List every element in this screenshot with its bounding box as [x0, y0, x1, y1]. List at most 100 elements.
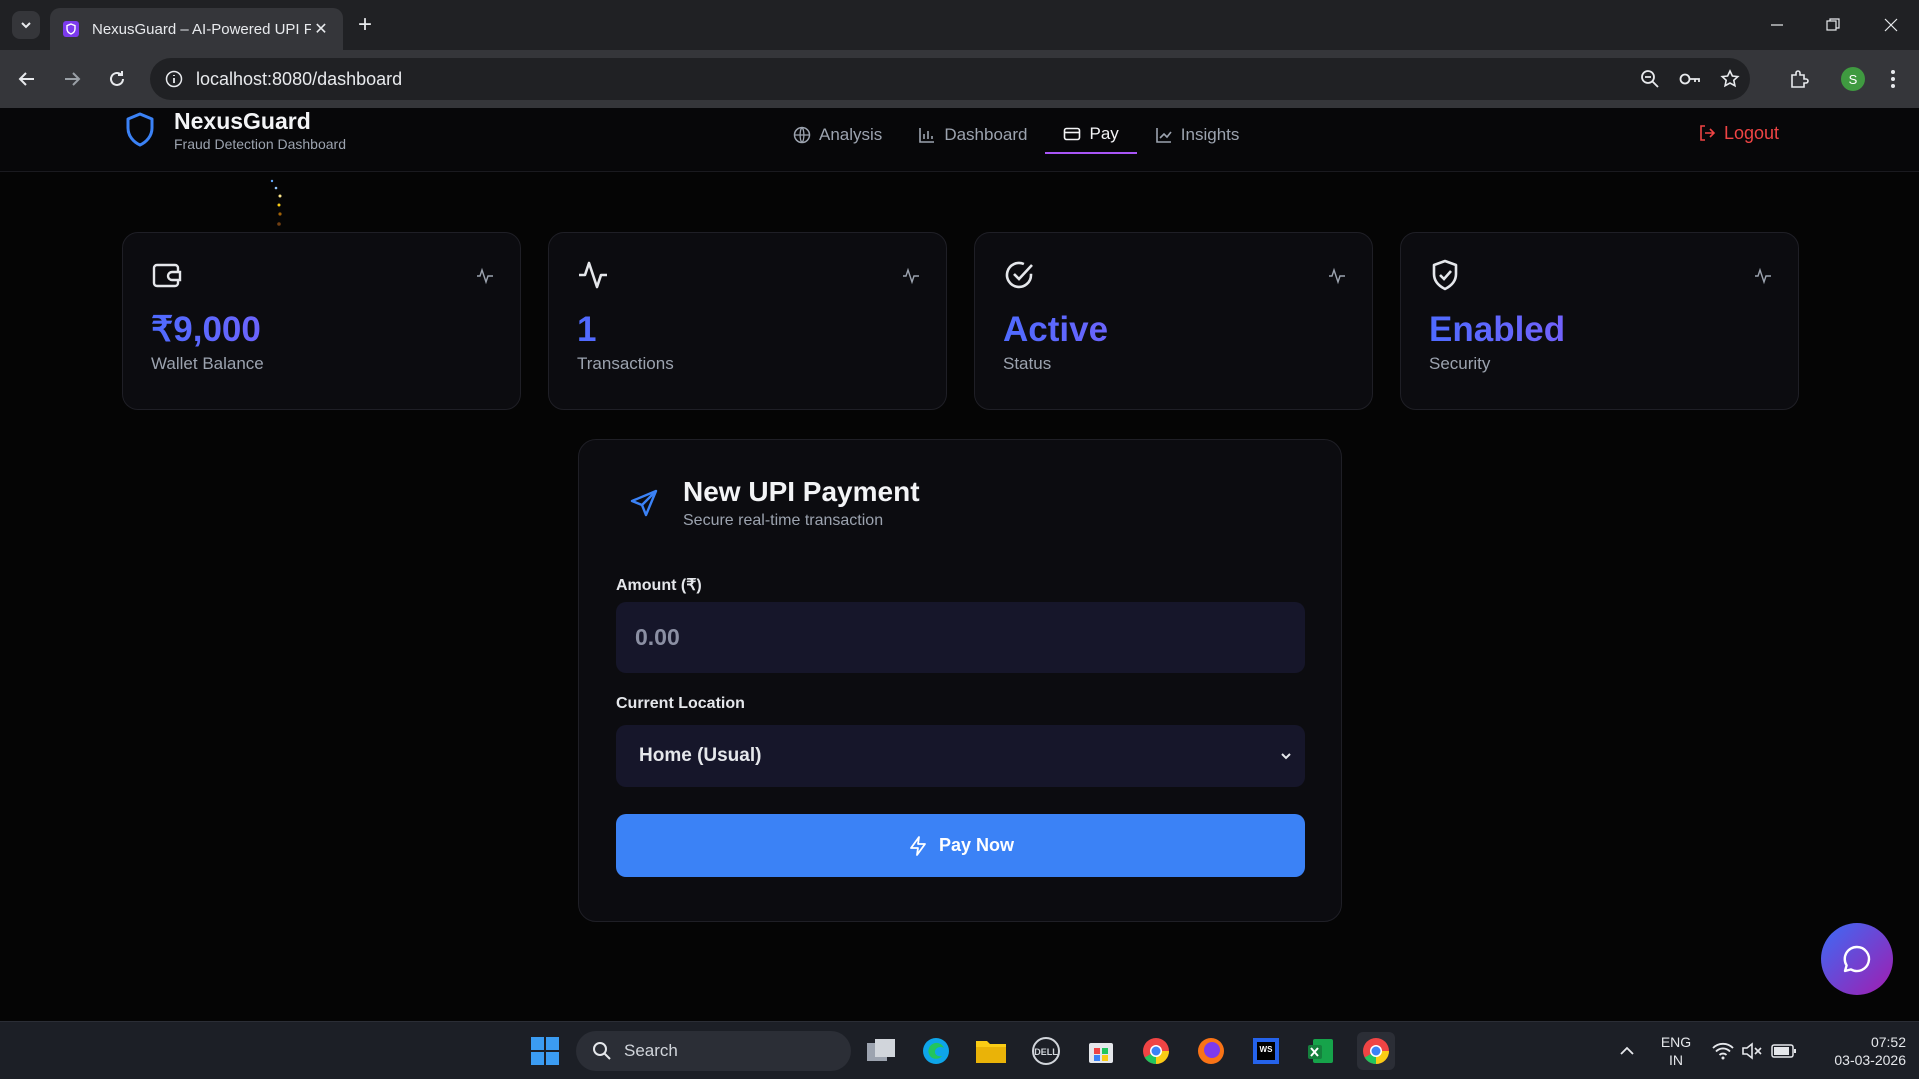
loading-indicator-icon: [270, 179, 282, 226]
stat-value: Active: [1003, 310, 1344, 350]
stat-label: Wallet Balance: [151, 354, 264, 373]
arrow-left-icon: [18, 72, 34, 86]
close-tab-icon[interactable]: ✕: [311, 19, 331, 39]
file-explorer-icon[interactable]: [972, 1032, 1010, 1070]
battery-icon[interactable]: [1765, 1032, 1803, 1070]
dell-app-icon[interactable]: DELL: [1027, 1032, 1065, 1070]
nav-label: Analysis: [819, 125, 883, 144]
browser-tab[interactable]: NexusGuard – AI-Powered UPI F ✕: [50, 8, 343, 50]
webstorm-icon[interactable]: WS: [1247, 1032, 1285, 1070]
stat-card-security: Enabled Security: [1400, 232, 1799, 410]
activity-trend-icon: [1755, 267, 1771, 285]
clock[interactable]: 07:52 03-03-2026: [1810, 1033, 1906, 1069]
chrome-active-icon[interactable]: [1357, 1032, 1395, 1070]
chat-button[interactable]: [1821, 923, 1893, 995]
line-chart-icon: [1155, 128, 1172, 143]
zoom-icon[interactable]: [1630, 59, 1670, 99]
url-text: localhost:8080/dashboard: [196, 68, 403, 89]
location-value: Home (Usual): [639, 745, 762, 766]
search-icon: [593, 1042, 611, 1060]
stat-card-status: Active Status: [974, 232, 1373, 410]
logout-icon: [1700, 125, 1716, 141]
nav-item-pay[interactable]: Pay: [1045, 116, 1137, 154]
reload-button[interactable]: [102, 64, 132, 94]
lang-line1: ENG: [1660, 1034, 1692, 1050]
stat-value: ₹9,000: [151, 310, 492, 350]
task-view-icon[interactable]: [862, 1032, 900, 1070]
tab-title: NexusGuard – AI-Powered UPI F: [92, 20, 311, 38]
minimize-icon[interactable]: [1762, 10, 1792, 40]
close-window-icon[interactable]: [1876, 10, 1906, 40]
tab-search-button[interactable]: [12, 11, 40, 39]
shield-logo-icon: [126, 112, 154, 147]
chrome-icon[interactable]: [1137, 1032, 1175, 1070]
zap-icon: [910, 835, 926, 856]
back-button[interactable]: [12, 64, 42, 94]
brand[interactable]: NexusGuard Fraud Detection Dashboard: [124, 108, 346, 152]
address-bar[interactable]: localhost:8080/dashboard: [150, 58, 1750, 100]
activity-trend-icon: [903, 267, 919, 285]
stat-card-wallet: ₹9,000 Wallet Balance: [122, 232, 521, 410]
nav-label: Insights: [1180, 125, 1240, 144]
clock-time: 07:52: [1870, 1034, 1906, 1050]
edge-browser-icon[interactable]: [917, 1032, 955, 1070]
nav-label: Pay: [1089, 124, 1119, 143]
pay-now-button[interactable]: Pay Now: [616, 814, 1305, 877]
payment-card: New UPI Payment Secure real-time transac…: [578, 439, 1342, 922]
extensions-icon[interactable]: [1779, 59, 1819, 99]
chevron-down-icon: [21, 22, 31, 29]
brand-name: NexusGuard: [174, 108, 311, 134]
bookmark-star-icon[interactable]: [1710, 59, 1750, 99]
location-select[interactable]: Home (Usual): [616, 725, 1305, 787]
location-label: Current Location: [616, 695, 745, 712]
stat-value: 1: [577, 310, 918, 350]
site-info-icon[interactable]: [162, 67, 186, 91]
amount-label: Amount (₹): [616, 577, 702, 594]
nav-label: Dashboard: [944, 125, 1028, 144]
stat-card-transactions: 1 Transactions: [548, 232, 947, 410]
stat-value: Enabled: [1429, 310, 1770, 350]
arrow-right-icon: [65, 72, 81, 86]
browser-tab-bar: NexusGuard – AI-Powered UPI F ✕ +: [0, 0, 1919, 50]
logout-button[interactable]: Logout: [1698, 116, 1779, 150]
windows-start-icon[interactable]: [526, 1032, 564, 1070]
browser-toolbar: localhost:8080/dashboard S: [0, 50, 1919, 108]
activity-trend-icon: [1329, 267, 1345, 285]
stats-row: ₹9,000 Wallet Balance 1 Transactions Act…: [122, 232, 1799, 410]
payment-title: New UPI Payment: [683, 476, 920, 507]
nav-item-analysis[interactable]: Analysis: [775, 116, 900, 154]
browser-menu-icon[interactable]: [1873, 59, 1913, 99]
shield-check-icon: [1432, 259, 1458, 291]
chevron-down-icon: [1281, 753, 1291, 760]
reload-icon: [110, 71, 124, 86]
svg-text:DELL: DELL: [1034, 1047, 1058, 1057]
show-hidden-icons-icon[interactable]: [1608, 1032, 1646, 1070]
activity-icon: [579, 261, 607, 289]
bar-chart-icon: [919, 128, 935, 143]
forward-button[interactable]: [57, 64, 87, 94]
new-tab-button[interactable]: +: [352, 11, 378, 38]
activity-trend-icon: [477, 267, 493, 285]
shield-favicon-icon: [63, 21, 79, 37]
key-icon[interactable]: [1670, 59, 1710, 99]
logout-label: Logout: [1723, 122, 1779, 143]
excel-icon[interactable]: [1302, 1032, 1340, 1070]
search-label: Search: [624, 1041, 678, 1060]
main-nav: Analysis Dashboard Pay Insights: [775, 116, 1257, 154]
app-header: NexusGuard Fraud Detection Dashboard Ana…: [0, 108, 1919, 172]
amount-input[interactable]: [616, 602, 1305, 673]
stat-label: Transactions: [577, 354, 674, 373]
nav-item-insights[interactable]: Insights: [1137, 116, 1258, 154]
firefox-icon[interactable]: [1192, 1032, 1230, 1070]
svg-text:WS: WS: [1260, 1045, 1274, 1054]
taskbar-search[interactable]: Search: [576, 1031, 851, 1071]
microsoft-store-icon[interactable]: [1082, 1032, 1120, 1070]
nav-item-dashboard[interactable]: Dashboard: [900, 116, 1045, 154]
brand-subtitle: Fraud Detection Dashboard: [174, 136, 346, 152]
payment-header: New UPI Payment Secure real-time transac…: [629, 476, 920, 530]
restore-icon[interactable]: [1818, 10, 1848, 40]
pay-now-label: Pay Now: [938, 835, 1015, 855]
profile-avatar[interactable]: S: [1833, 59, 1873, 99]
language-indicator[interactable]: ENG IN: [1658, 1033, 1694, 1069]
globe-icon: [793, 126, 811, 144]
